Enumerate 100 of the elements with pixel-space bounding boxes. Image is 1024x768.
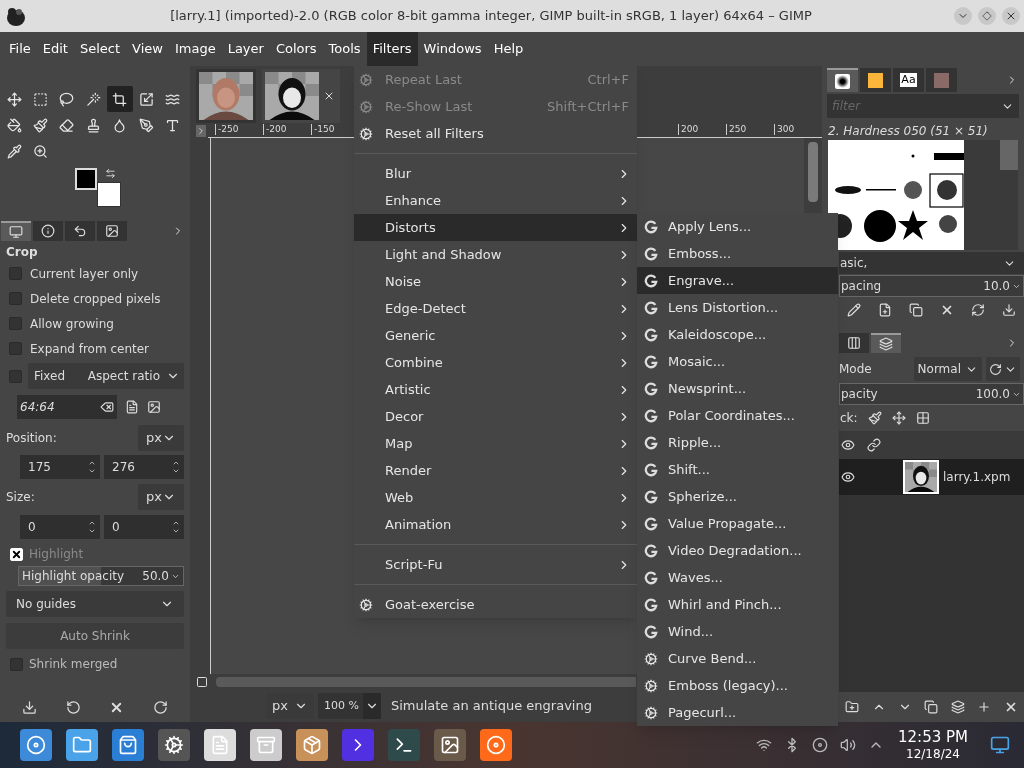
- menu-item[interactable]: Artistic: [354, 376, 637, 403]
- menu-title[interactable]: Layer: [221, 32, 270, 66]
- decrement-icon[interactable]: [172, 467, 180, 475]
- menu-title[interactable]: Windows: [417, 32, 488, 66]
- app-icon[interactable]: [342, 729, 374, 761]
- close-icon[interactable]: [323, 90, 335, 102]
- menu-item[interactable]: Kaleidoscope...: [637, 321, 838, 348]
- scrollbar-thumb[interactable]: [1000, 140, 1018, 170]
- scrollbar-thumb[interactable]: [216, 677, 636, 687]
- menu-item[interactable]: Generic: [354, 322, 637, 349]
- volume-icon[interactable]: [840, 737, 856, 753]
- checkbox[interactable]: [9, 267, 22, 280]
- number-field[interactable]: 0: [20, 515, 100, 539]
- checkbox[interactable]: [10, 657, 23, 671]
- desktop-icon[interactable]: [990, 735, 1010, 755]
- menu-item[interactable]: Waves...: [637, 564, 838, 591]
- checkbox[interactable]: [9, 369, 22, 383]
- menu-title[interactable]: Colors: [269, 32, 323, 66]
- menu-item[interactable]: Emboss...: [637, 240, 838, 267]
- landscape-icon[interactable]: [147, 400, 161, 414]
- move-icon[interactable]: [891, 411, 906, 425]
- menu-item[interactable]: Emboss (legacy)...: [637, 672, 838, 699]
- maximize-button[interactable]: [978, 7, 996, 25]
- unit-dropdown[interactable]: px: [138, 484, 184, 510]
- menu-item[interactable]: Goat-exercise: [354, 591, 637, 618]
- dock-tab[interactable]: [860, 68, 891, 92]
- menu-item[interactable]: Light and Shadow: [354, 241, 637, 268]
- menu-item[interactable]: Engrave...: [637, 267, 838, 294]
- opacity-slider[interactable]: Highlight opacity 50.0: [18, 566, 184, 586]
- dock-tab[interactable]: [65, 221, 95, 241]
- close-button[interactable]: [1002, 7, 1020, 25]
- refresh-icon[interactable]: [970, 303, 985, 317]
- browser-icon[interactable]: [480, 729, 512, 761]
- number-field[interactable]: 175: [20, 455, 100, 479]
- menu-item[interactable]: Ripple...: [637, 429, 838, 456]
- store-icon[interactable]: [112, 729, 144, 761]
- scrollbar-thumb[interactable]: [808, 142, 818, 202]
- reset-icon[interactable]: [152, 699, 168, 715]
- edit-icon[interactable]: [847, 303, 862, 317]
- menu-title[interactable]: Filters: [366, 32, 418, 66]
- image-tab[interactable]: [262, 69, 340, 123]
- menu-item[interactable]: Web: [354, 484, 637, 511]
- menu-item[interactable]: Map: [354, 430, 637, 457]
- menu-item[interactable]: Curve Bend...: [637, 645, 838, 672]
- decrement-icon[interactable]: [88, 467, 96, 475]
- new-icon[interactable]: [878, 303, 893, 317]
- terminal-icon[interactable]: [388, 729, 420, 761]
- image-editor-icon[interactable]: [434, 729, 466, 761]
- menu-title[interactable]: Help: [487, 32, 530, 66]
- checkbox[interactable]: [9, 317, 22, 330]
- navigate-icon[interactable]: [196, 676, 208, 688]
- checkbox[interactable]: [9, 292, 22, 305]
- clock[interactable]: 12:53 PM 12/18/24: [898, 728, 968, 762]
- menu-item[interactable]: Shift...: [637, 456, 838, 483]
- dock-tab[interactable]: [839, 333, 869, 353]
- tool-button[interactable]: [106, 86, 133, 112]
- menu-item[interactable]: Decor: [354, 403, 637, 430]
- menu-item[interactable]: Mosaic...: [637, 348, 838, 375]
- folder-icon[interactable]: [845, 700, 860, 714]
- spacing-field[interactable]: pacing 10.0: [839, 275, 1024, 297]
- background-color-swatch[interactable]: [97, 182, 121, 207]
- add-icon[interactable]: [977, 700, 992, 714]
- menu-item[interactable]: Distorts: [354, 214, 637, 241]
- merge-icon[interactable]: [950, 700, 965, 714]
- menu-title[interactable]: View: [126, 32, 169, 66]
- minimize-button[interactable]: [954, 7, 972, 25]
- export-icon[interactable]: [1001, 303, 1016, 317]
- aspect-dropdown[interactable]: Fixed Aspect ratio: [28, 363, 184, 389]
- brush-icon[interactable]: [867, 411, 882, 425]
- grid-icon[interactable]: [915, 411, 930, 425]
- menu-item[interactable]: Pagecurl...: [637, 699, 838, 726]
- swap-icon[interactable]: [105, 168, 116, 179]
- layer-row[interactable]: larry.1.xpm: [839, 459, 1024, 495]
- menu-item[interactable]: Blur: [354, 160, 637, 187]
- zoom-field[interactable]: 100 %: [317, 693, 381, 719]
- tag-field[interactable]: asic,: [839, 252, 1024, 274]
- dock-tab[interactable]: Aa: [893, 68, 924, 92]
- ratio-field[interactable]: 64:64: [17, 395, 117, 419]
- disc-icon[interactable]: [812, 737, 828, 753]
- opacity-field[interactable]: pacity 100.0: [839, 383, 1024, 405]
- menu-item[interactable]: Animation: [354, 511, 637, 538]
- foreground-color-swatch[interactable]: [75, 168, 97, 190]
- menu-item[interactable]: Noise: [354, 268, 637, 295]
- network-icon[interactable]: [756, 737, 772, 753]
- number-field[interactable]: 0: [104, 515, 184, 539]
- save-icon[interactable]: [22, 699, 38, 715]
- folder-icon[interactable]: [66, 729, 98, 761]
- dock-tab[interactable]: [827, 68, 858, 92]
- restore-icon[interactable]: [65, 699, 81, 715]
- ruler-menu-icon[interactable]: [196, 125, 206, 137]
- menu-item[interactable]: Video Degradation...: [637, 537, 838, 564]
- unit-dropdown[interactable]: px: [138, 425, 184, 451]
- menu-item[interactable]: Render: [354, 457, 637, 484]
- increment-icon[interactable]: [88, 519, 96, 527]
- menu-item[interactable]: Value Propagate...: [637, 510, 838, 537]
- number-field[interactable]: 276: [104, 455, 184, 479]
- duplicate-icon[interactable]: [909, 303, 924, 317]
- menu-item[interactable]: Whirl and Pinch...: [637, 591, 838, 618]
- dock-tab[interactable]: [33, 221, 63, 241]
- menu-item[interactable]: Lens Distortion...: [637, 294, 838, 321]
